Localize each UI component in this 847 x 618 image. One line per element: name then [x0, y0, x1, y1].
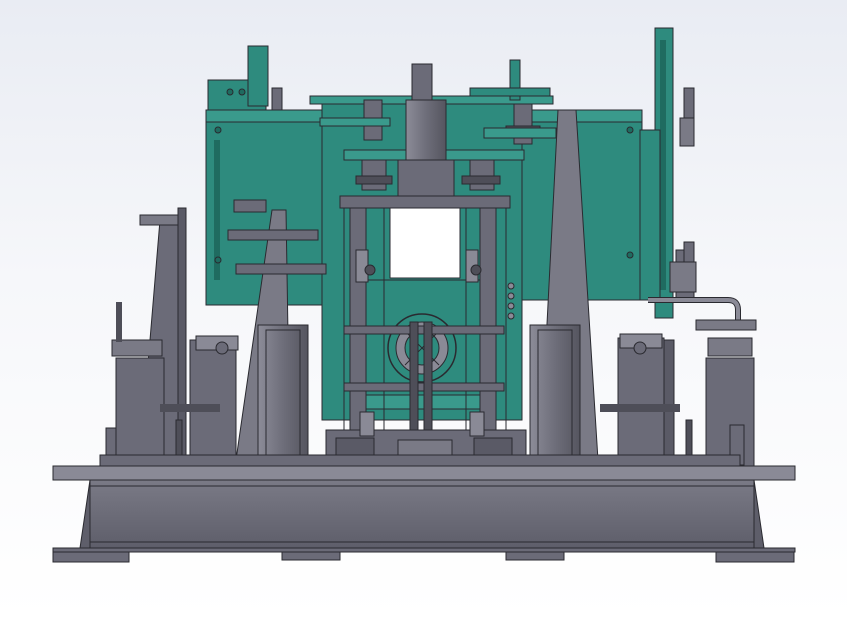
base-plate — [52, 454, 796, 481]
base-beam — [52, 479, 796, 553]
base-feet — [52, 551, 795, 563]
teal-frame-right — [519, 27, 674, 319]
cad-3d-viewport[interactable] — [0, 0, 847, 618]
machine-assembly-model[interactable] — [0, 0, 847, 618]
